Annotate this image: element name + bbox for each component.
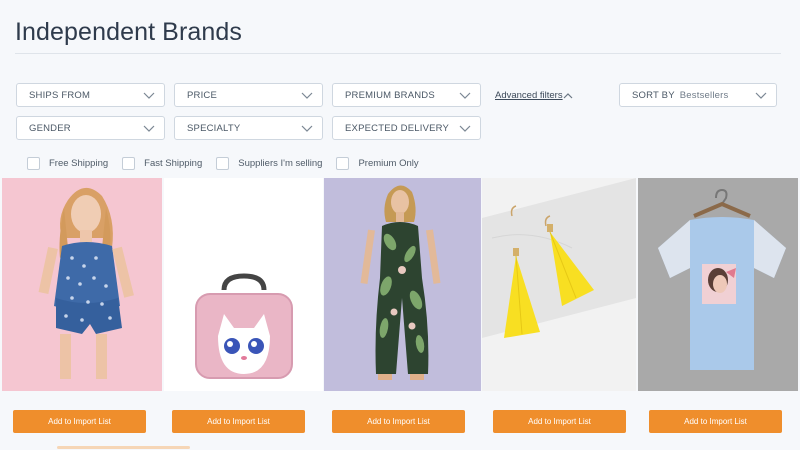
filter-checkboxes: Free Shipping Fast Shipping Suppliers I'… <box>27 155 433 171</box>
gender-select[interactable]: GENDER <box>16 116 165 140</box>
sort-by-select[interactable]: SORT BY Bestsellers <box>619 83 777 107</box>
checkbox-label: Free Shipping <box>49 157 109 169</box>
specialty-label: SPECIALTY <box>187 122 241 134</box>
add-to-import-list-button[interactable]: Add to Import List <box>493 410 626 433</box>
page-title: Independent Brands <box>15 18 242 46</box>
chevron-down-icon <box>459 125 471 132</box>
add-to-import-list-button[interactable]: Add to Import List <box>172 410 305 433</box>
chevron-down-icon <box>301 125 313 132</box>
specialty-select[interactable]: SPECIALTY <box>174 116 323 140</box>
suppliers-selling-checkbox[interactable]: Suppliers I'm selling <box>216 156 323 170</box>
checkbox-box[interactable] <box>216 156 230 170</box>
fast-shipping-checkbox[interactable]: Fast Shipping <box>122 156 203 170</box>
chevron-down-icon <box>301 92 313 99</box>
premium-only-checkbox[interactable]: Premium Only <box>336 156 419 170</box>
checkbox-box[interactable] <box>27 156 40 170</box>
premium-brands-select[interactable]: PREMIUM BRANDS <box>332 83 481 107</box>
product-image-cat-bag[interactable] <box>164 178 323 391</box>
premium-brands-label: PREMIUM BRANDS <box>345 89 435 101</box>
price-label: PRICE <box>187 89 218 101</box>
product-image-tshirt[interactable] <box>638 178 798 391</box>
chevron-down-icon <box>755 92 767 99</box>
checkbox-box[interactable] <box>122 156 136 170</box>
sort-by-label: SORT BY <box>632 89 675 101</box>
free-shipping-checkbox[interactable]: Free Shipping <box>27 156 109 170</box>
add-to-import-list-button[interactable]: Add to Import List <box>332 410 465 433</box>
checkbox-label: Suppliers I'm selling <box>238 157 323 169</box>
chevron-down-icon <box>143 125 155 132</box>
add-to-import-list-button[interactable]: Add to Import List <box>649 410 782 433</box>
advanced-filters-link[interactable]: Advanced filters <box>495 90 563 101</box>
product-image-girl-outfit[interactable] <box>2 178 162 391</box>
ships-from-label: SHIPS FROM <box>29 89 91 101</box>
product-image-earrings[interactable] <box>482 178 636 391</box>
expected-delivery-label: EXPECTED DELIVERY <box>345 122 450 134</box>
chevron-up-icon[interactable] <box>562 90 574 102</box>
chevron-down-icon <box>459 92 471 99</box>
checkbox-box[interactable] <box>336 156 350 170</box>
add-to-import-list-button[interactable]: Add to Import List <box>13 410 146 433</box>
checkbox-label: Premium Only <box>358 157 419 169</box>
gender-label: GENDER <box>29 122 71 134</box>
title-divider <box>15 53 781 54</box>
product-image-jumpsuit[interactable] <box>324 178 481 391</box>
bottom-scroll-indicator <box>57 446 190 449</box>
chevron-down-icon <box>143 92 155 99</box>
price-select[interactable]: PRICE <box>174 83 323 107</box>
expected-delivery-select[interactable]: EXPECTED DELIVERY <box>332 116 481 140</box>
ships-from-select[interactable]: SHIPS FROM <box>16 83 165 107</box>
checkbox-label: Fast Shipping <box>144 157 203 169</box>
sort-by-value: Bestsellers <box>679 89 729 101</box>
